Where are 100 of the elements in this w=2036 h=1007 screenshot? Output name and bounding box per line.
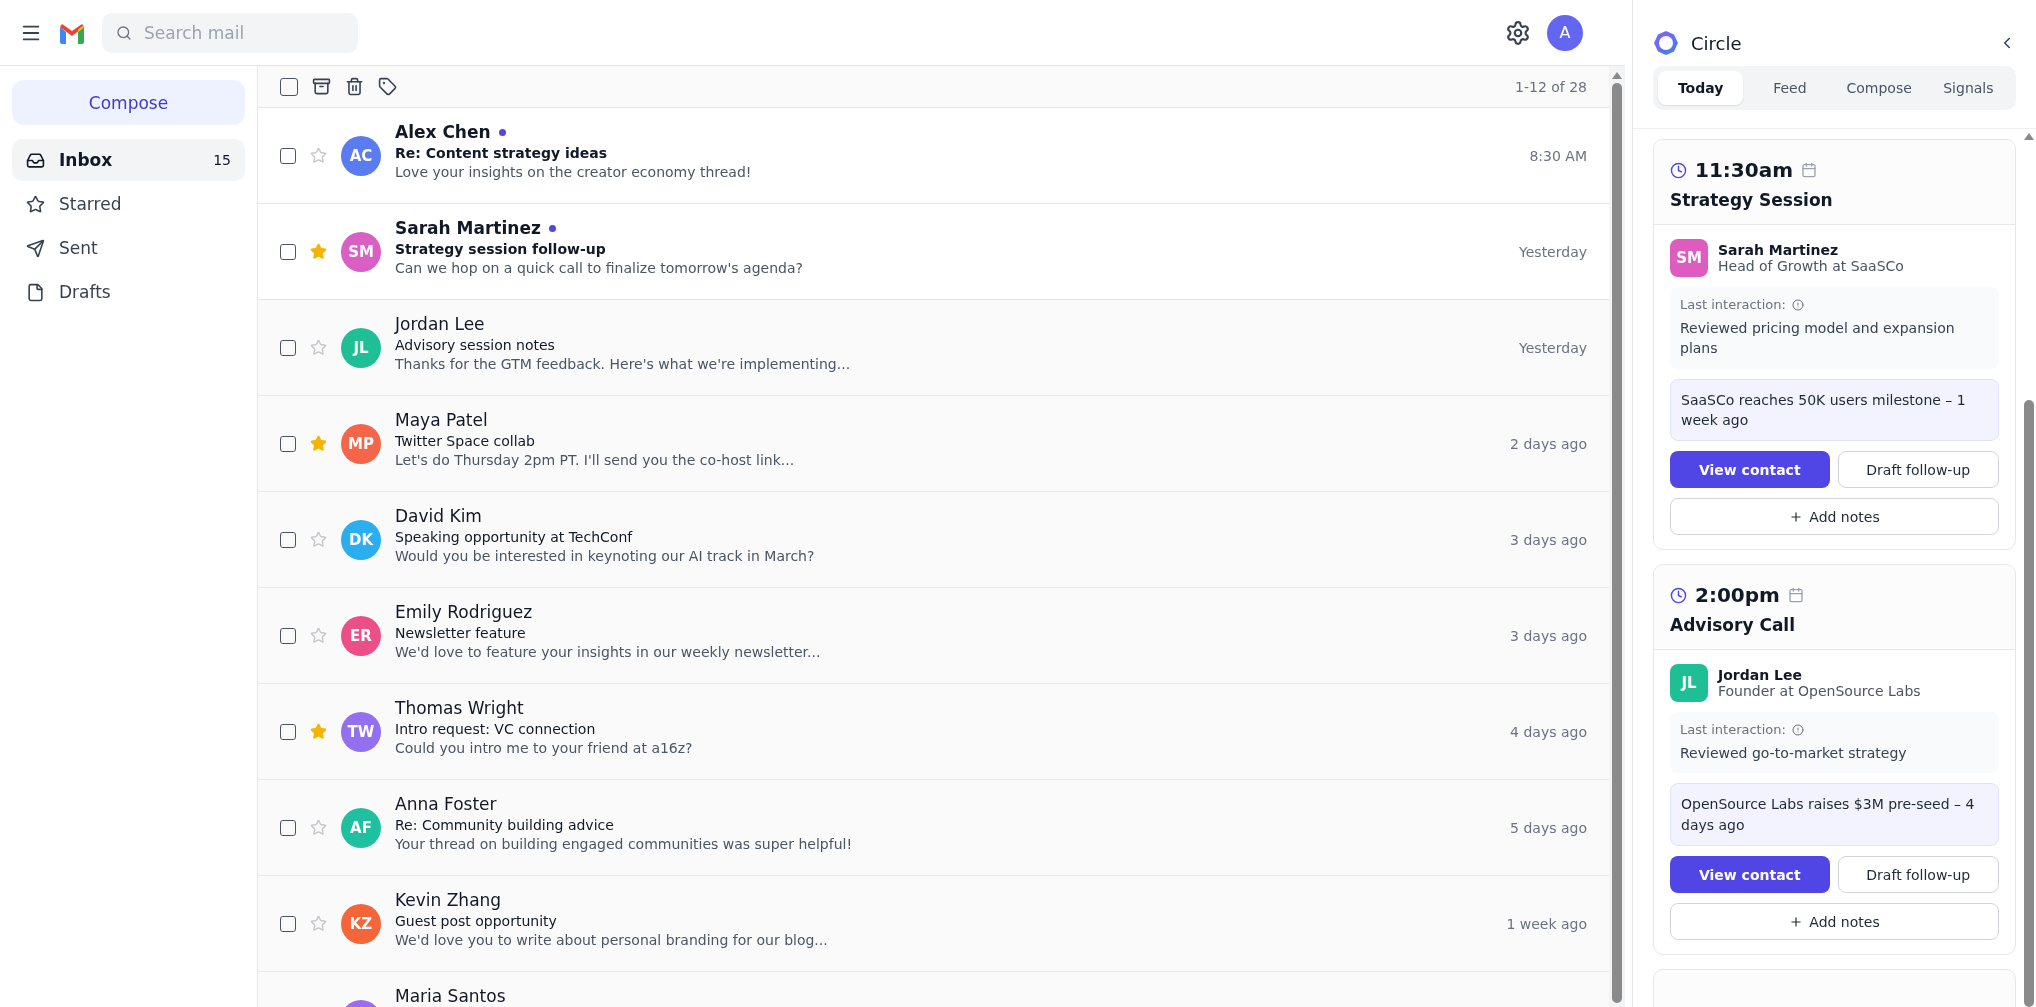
- email-row[interactable]: ER Emily Rodriguez Newsletter feature We'd love to feature your insights in our weekly newsletter... 3 days ago: [258, 588, 1609, 684]
- contact-name: Jordan Lee: [1718, 667, 1803, 684]
- panel-title: Circle: [1691, 32, 1743, 54]
- email-snippet: Love your insights on the creator economy thread!: [395, 164, 753, 180]
- contact-avatar: SM: [1670, 239, 1708, 277]
- email-snippet: Let's do Thursday 2pm PT. I'll send you the co-host link...: [395, 452, 796, 468]
- email-subject: Guest post opportunity: [395, 913, 558, 929]
- row-checkbox[interactable]: [280, 723, 296, 740]
- sender-avatar: AF: [341, 807, 381, 848]
- interaction-label: Last interaction:: [1680, 297, 1786, 312]
- email-subject: Re: Content strategy ideas: [395, 145, 608, 161]
- contact-name: Sarah Martinez: [1718, 242, 1840, 258]
- email-snippet: We'd love you to write about personal branding for our blog...: [395, 932, 829, 948]
- star-icon[interactable]: [310, 819, 327, 836]
- panel-tab[interactable]: Feed: [1747, 71, 1833, 105]
- star-icon[interactable]: [310, 531, 327, 548]
- plus-icon: [1789, 914, 1804, 929]
- info-icon: [1791, 298, 1804, 311]
- email-snippet: Thanks for the GTM feedback. Here's what we're implementing...: [395, 356, 852, 372]
- compose-button[interactable]: Compose: [12, 80, 245, 125]
- add-notes-button[interactable]: Add notes: [1670, 498, 1999, 536]
- sender-name: David Kim: [395, 506, 482, 526]
- event-title: Advisory Call: [1670, 615, 1797, 636]
- star-icon[interactable]: [310, 243, 327, 260]
- scrollbar[interactable]: [1609, 66, 1625, 1007]
- email-time: 1 week ago: [1506, 915, 1587, 932]
- email-snippet: Your thread on building engaged communities was super helpful!: [395, 836, 853, 852]
- event-time: 2:00pm: [1695, 583, 1780, 608]
- event-time: 11:30am: [1695, 158, 1793, 182]
- row-checkbox[interactable]: [280, 627, 296, 644]
- email-row[interactable]: TW Thomas Wright Intro request: VC connection Could you intro me to your friend at a16z? 4 days ago: [258, 684, 1609, 780]
- panel-tab[interactable]: Today: [1658, 71, 1744, 105]
- sender-name: Maya Patel: [395, 410, 488, 430]
- sender-avatar: ER: [341, 615, 381, 656]
- email-row[interactable]: AF Anna Foster Re: Community building advice Your thread on building engaged communities was super helpful! 5 days ago: [258, 780, 1609, 876]
- sender-name: Alex Chen: [395, 122, 491, 142]
- row-checkbox[interactable]: [280, 915, 296, 932]
- star-icon[interactable]: [310, 627, 327, 644]
- signal-note: SaaSCo reaches 50K users milestone – 1 week ago: [1670, 378, 1999, 442]
- email-subject: Newsletter feature: [395, 625, 527, 641]
- email-time: Yesterday: [1519, 339, 1587, 356]
- panel-tab[interactable]: Compose: [1836, 71, 1922, 105]
- select-all-checkbox[interactable]: [280, 77, 298, 96]
- row-checkbox[interactable]: [280, 243, 296, 260]
- star-icon[interactable]: [310, 339, 327, 356]
- nav-item[interactable]: Drafts: [12, 271, 245, 313]
- email-row[interactable]: DK David Kim Speaking opportunity at TechConf Would you be interested in keynoting our AI track in March? 3 days ago: [258, 492, 1609, 588]
- email-time: 4 days ago: [1510, 723, 1587, 740]
- email-time: Yesterday: [1519, 243, 1587, 260]
- contact-avatar: JL: [1670, 664, 1708, 703]
- row-checkbox[interactable]: [280, 819, 296, 836]
- row-checkbox[interactable]: [280, 339, 296, 356]
- star-icon[interactable]: [310, 915, 327, 932]
- email-snippet: Could you intro me to your friend at a16z?: [395, 740, 694, 756]
- mail-logo[interactable]: [58, 21, 86, 44]
- sender-name: Anna Foster: [395, 794, 497, 814]
- sender-avatar: SM: [341, 231, 381, 272]
- sender-avatar: KZ: [341, 903, 381, 944]
- sender-name: Maria Santos: [395, 986, 506, 1006]
- email-subject: Intro request: VC connection: [395, 721, 597, 737]
- email-subject: Re: Community building advice: [395, 817, 615, 833]
- settings-button[interactable]: [1505, 19, 1531, 46]
- search-field[interactable]: Search mail: [102, 12, 358, 53]
- star-icon[interactable]: [310, 435, 327, 452]
- email-row[interactable]: KZ Kevin Zhang Guest post opportunity We'd love you to write about personal branding for our blog... 1 week ago: [258, 876, 1609, 972]
- event-title: Strategy Session: [1670, 190, 1834, 210]
- email-time: 2 days ago: [1510, 435, 1587, 452]
- email-row[interactable]: Maria Santos: [258, 972, 1609, 1007]
- info-icon: [1791, 723, 1804, 736]
- row-checkbox[interactable]: [280, 147, 296, 164]
- view-contact-button[interactable]: View contact: [1670, 451, 1830, 489]
- unread-dot: [498, 128, 506, 136]
- star-icon[interactable]: [310, 723, 327, 740]
- row-checkbox[interactable]: [280, 531, 296, 548]
- nav-item[interactable]: Starred: [12, 183, 245, 225]
- add-notes-button[interactable]: Add notes: [1670, 903, 1999, 941]
- email-row[interactable]: JL Jordan Lee Advisory session notes Thanks for the GTM feedback. Here's what we're implementing... Yesterday: [258, 300, 1609, 396]
- interaction-text: Reviewed go-to-market strategy: [1680, 744, 1908, 764]
- row-checkbox[interactable]: [280, 435, 296, 452]
- search-icon: [116, 23, 132, 42]
- contact-role: Head of Growth at SaaSCo: [1718, 258, 1904, 274]
- star-icon[interactable]: [310, 147, 327, 164]
- unread-dot: [548, 224, 556, 232]
- user-avatar[interactable]: A: [1547, 14, 1583, 51]
- delete-button[interactable]: [345, 77, 364, 96]
- nav-item[interactable]: Sent: [12, 227, 245, 269]
- archive-button[interactable]: [312, 77, 331, 96]
- email-row[interactable]: MP Maya Patel Twitter Space collab Let's do Thursday 2pm PT. I'll send you the co-host link... 2 days ago: [258, 396, 1609, 492]
- view-contact-button[interactable]: View contact: [1670, 856, 1830, 894]
- signal-note: OpenSource Labs raises $3M pre-seed – 4 days ago: [1670, 783, 1999, 847]
- page-range: 1-12 of 28: [1515, 78, 1587, 95]
- send-icon: [26, 238, 45, 258]
- star-icon: [26, 194, 45, 214]
- nav-item[interactable]: Inbox 15: [12, 139, 245, 181]
- search-field[interactable]: Search mail: [141, 21, 344, 44]
- draft-button[interactable]: Draft follow-up: [1837, 451, 1999, 489]
- draft-button[interactable]: Draft follow-up: [1837, 856, 1999, 894]
- email-snippet: Would you be interested in keynoting our AI track in March?: [395, 548, 816, 564]
- label-button[interactable]: [378, 77, 397, 96]
- panel-tab[interactable]: Signals: [1925, 71, 2011, 105]
